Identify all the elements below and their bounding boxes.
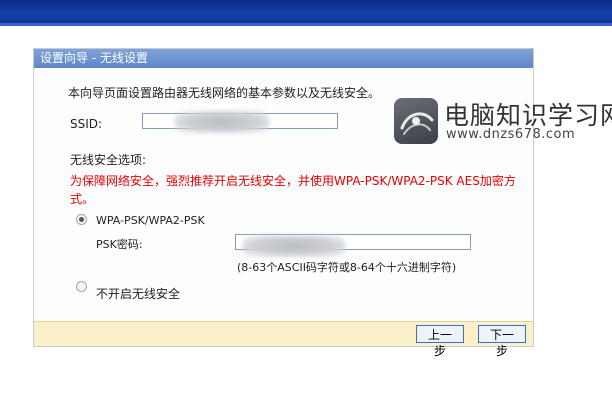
top-banner <box>0 0 612 26</box>
no-security-option-label: 不开启无线安全 <box>96 287 181 301</box>
wpa-option-label: WPA-PSK/WPA2-PSK <box>96 214 205 227</box>
watermark: 电脑知识学习网 www.dnzs678.com <box>394 98 612 144</box>
psk-redaction-blur <box>242 235 346 257</box>
watermark-url: www.dnzs678.com <box>446 127 576 142</box>
panel-title: 设置向导 - 无线设置 <box>34 49 533 68</box>
psk-label: PSK密码: <box>96 238 143 251</box>
intro-text: 本向导页面设置路由器无线网络的基本参数以及无线安全。 <box>68 86 381 100</box>
next-button[interactable]: 下一步 <box>478 325 526 358</box>
router-logo-watermark-icon <box>394 98 438 144</box>
security-warning: 为保障网络安全，强烈推荐开启无线安全，并使用WPA-PSK/WPA2-PSK A… <box>70 174 516 206</box>
security-section-label: 无线安全选项: <box>70 153 147 167</box>
ssid-redaction-blur <box>174 111 270 133</box>
ssid-label: SSID: <box>70 117 103 131</box>
panel-footer: 上一步 下一步 <box>34 321 533 358</box>
wizard-panel: 设置向导 - 无线设置 本向导页面设置路由器无线网络的基本参数以及无线安全。 S… <box>33 48 534 358</box>
wpa-radio[interactable] <box>76 214 87 225</box>
prev-button[interactable]: 上一步 <box>416 325 464 358</box>
psk-hint: (8-63个ASCII码字符或8-64个十六进制字符) <box>237 261 457 274</box>
no-security-radio[interactable] <box>76 281 87 292</box>
